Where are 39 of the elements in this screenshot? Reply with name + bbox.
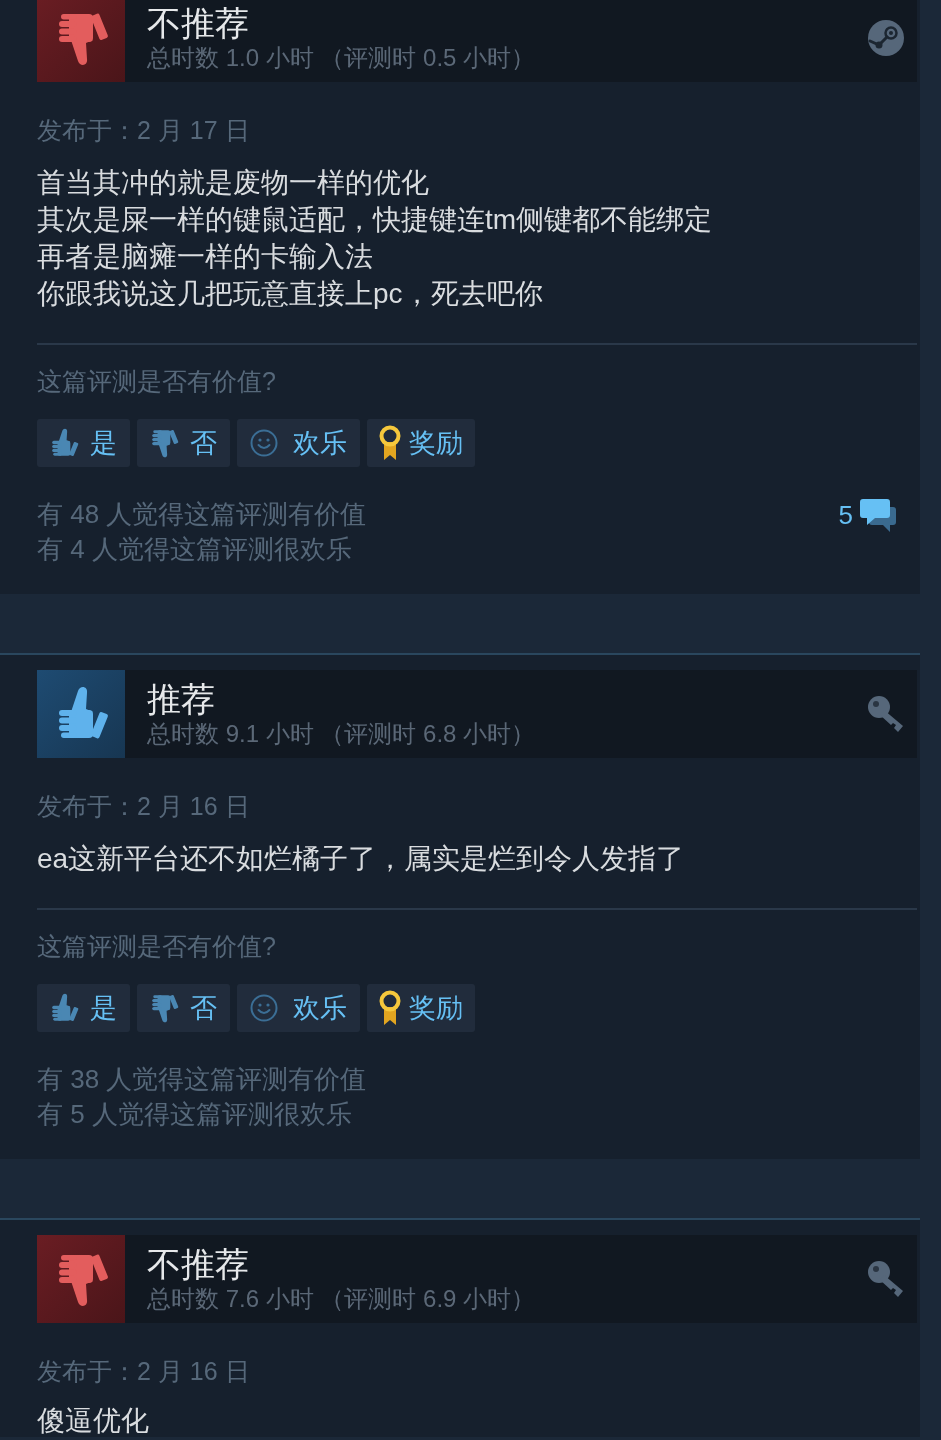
review-verdict: 不推荐 <box>147 1244 249 1284</box>
thumbs-down-icon <box>150 992 180 1024</box>
playtime-text: 总时数 9.1 小时 （评测时 6.8 小时） <box>147 719 536 749</box>
helpful-question: 这篇评测是否有价值? <box>37 366 276 397</box>
thumbs-up-icon <box>50 992 80 1024</box>
post-date: 发布于：2 月 17 日 <box>37 115 250 146</box>
award-vote-button[interactable]: 奖励 <box>367 984 475 1032</box>
review-text-line: 首当其冲的就是废物一样的优化 <box>37 166 429 200</box>
vote-summary-text: 有 5 人觉得这篇评测很欢乐 <box>37 1098 352 1131</box>
comment-icon <box>859 497 897 533</box>
no-vote-button[interactable]: 否 <box>137 984 230 1032</box>
review-verdict: 不推荐 <box>147 3 249 43</box>
smiley-icon <box>250 429 278 457</box>
review-verdict: 推荐 <box>147 679 215 719</box>
award-ribbon-icon <box>379 990 401 1026</box>
helpful-question: 这篇评测是否有价值? <box>37 931 276 962</box>
review-text-line: 再者是脑瘫一样的卡输入法 <box>37 240 373 274</box>
review-text-line: ea这新平台还不如烂橘子了，属实是烂到令人发指了 <box>37 842 685 876</box>
review-text-line: 傻逼优化 <box>37 1405 149 1437</box>
thumbs-up-icon <box>50 427 80 459</box>
smiley-icon <box>250 994 278 1022</box>
vote-summary-text: 有 4 人觉得这篇评测很欢乐 <box>37 533 352 566</box>
yes-vote-button[interactable]: 是 <box>37 984 130 1032</box>
vote-summary-text: 有 48 人觉得这篇评测有价值 <box>37 498 367 531</box>
vote-summary-text: 有 38 人觉得这篇评测有价值 <box>37 1063 367 1096</box>
post-date: 发布于：2 月 16 日 <box>37 791 250 822</box>
review-text-line: 你跟我说这几把玩意直接上pc，死去吧你 <box>37 277 543 311</box>
yes-vote-button[interactable]: 是 <box>37 419 130 467</box>
award-ribbon-icon <box>379 425 401 461</box>
review-text-line: 其次是屎一样的键鼠适配，快捷键连tm侧键都不能绑定 <box>37 203 713 237</box>
no-vote-button[interactable]: 否 <box>137 419 230 467</box>
funny-vote-button[interactable]: 欢乐 <box>237 419 360 467</box>
playtime-text: 总时数 7.6 小时 （评测时 6.9 小时） <box>147 1284 536 1314</box>
playtime-text: 总时数 1.0 小时 （评测时 0.5 小时） <box>147 43 536 73</box>
comments-link[interactable]: 5 <box>838 497 897 533</box>
post-date: 发布于：2 月 16 日 <box>37 1356 250 1387</box>
thumbs-down-icon <box>150 427 180 459</box>
award-vote-button[interactable]: 奖励 <box>367 419 475 467</box>
funny-vote-button[interactable]: 欢乐 <box>237 984 360 1032</box>
